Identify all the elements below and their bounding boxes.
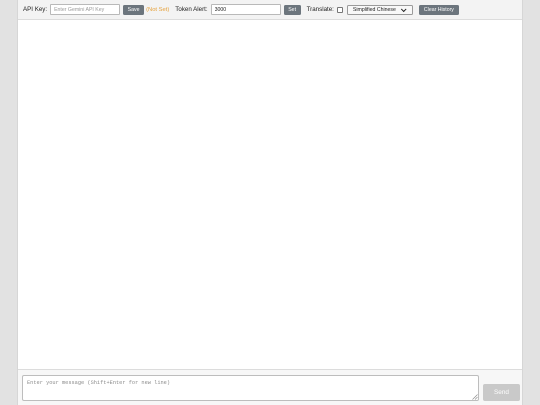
- set-token-alert-button[interactable]: Set: [283, 4, 301, 15]
- language-select[interactable]: Simplified Chinese: [346, 4, 413, 15]
- api-key-input[interactable]: [50, 4, 121, 15]
- token-alert-label: Token Alert:: [175, 6, 208, 13]
- api-key-label: API Key:: [23, 6, 48, 13]
- translate-checkbox[interactable]: [336, 6, 343, 13]
- send-button[interactable]: Send: [483, 384, 520, 401]
- resize-grip-icon[interactable]: [472, 394, 478, 400]
- message-composer: Send: [18, 369, 522, 405]
- save-api-key-button[interactable]: Save: [123, 4, 145, 15]
- translate-label: Translate:: [306, 6, 334, 13]
- message-input[interactable]: [22, 375, 479, 401]
- token-alert-input[interactable]: [210, 4, 281, 15]
- chat-app-window: API Key: Save (Not Set) Token Alert: Set…: [17, 0, 523, 405]
- clear-history-button[interactable]: Clear History: [418, 4, 459, 15]
- chat-messages-area: [18, 20, 522, 369]
- api-key-status: (Not Set): [146, 6, 170, 13]
- settings-toolbar: API Key: Save (Not Set) Token Alert: Set…: [18, 0, 522, 20]
- chevron-down-icon: [400, 5, 407, 12]
- language-select-value: Simplified Chinese: [352, 6, 396, 13]
